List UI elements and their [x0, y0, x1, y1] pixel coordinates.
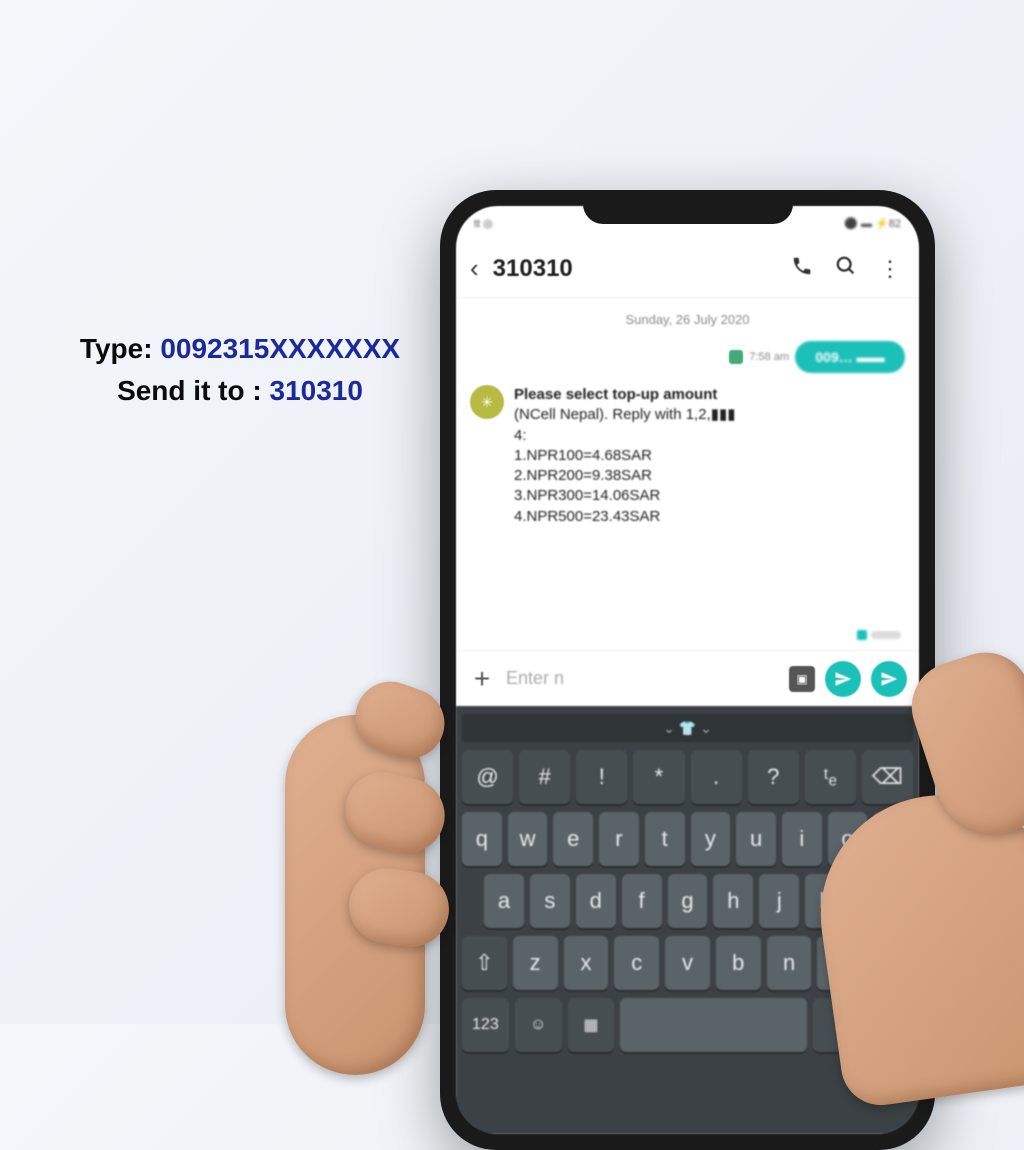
key-w[interactable]: w	[508, 812, 548, 866]
ghost-header: ← Contact Profile	[520, 130, 940, 164]
ghost-title: Contact Profile	[580, 132, 751, 163]
incoming-message-row: ✳ Please select top-up amount (NCell Nep…	[470, 385, 905, 527]
conversation-pane[interactable]: Sunday, 26 July 2020 7:58 am 009… ▬▬ ✳ P…	[456, 298, 919, 650]
instruction-line-2: Send it to : 310310	[40, 370, 440, 412]
key-emoji[interactable]: ☺	[515, 998, 562, 1052]
key-a[interactable]: a	[484, 874, 524, 928]
key-q[interactable]: q	[462, 812, 502, 866]
key-x[interactable]: x	[564, 936, 609, 990]
incoming-opt3: 3.NPR300=14.06SAR	[514, 487, 660, 504]
key-l[interactable]: l	[851, 874, 891, 928]
key-b[interactable]: b	[716, 936, 761, 990]
sender-avatar[interactable]: ✳	[470, 385, 504, 419]
sim-badge-icon	[729, 350, 743, 364]
send-label: Send it to :	[117, 375, 269, 406]
key-t[interactable]: t	[645, 812, 685, 866]
type-value: 0092315XXXXXXX	[160, 333, 400, 364]
ghost-back-arrow: ←	[520, 130, 550, 164]
key-space[interactable]	[620, 998, 807, 1052]
key-h[interactable]: h	[713, 874, 753, 928]
send-value: 310310	[270, 375, 363, 406]
key-v[interactable]: v	[665, 936, 710, 990]
incoming-bubble[interactable]: Please select top-up amount (NCell Nepal…	[514, 385, 736, 527]
more-icon[interactable]: ⋮	[875, 256, 905, 282]
key-shift[interactable]: ⇧	[462, 936, 507, 990]
key-k[interactable]: k	[805, 874, 845, 928]
incoming-line1: Please select top-up amount	[514, 386, 717, 403]
send-button-1[interactable]	[825, 661, 861, 697]
key-m[interactable]: m	[817, 936, 862, 990]
keyboard-row-symbols: @ # ! * . ? ᵗₑ ⌫	[462, 750, 913, 804]
key-y[interactable]: y	[691, 812, 731, 866]
key-d[interactable]: d	[576, 874, 616, 928]
key-r[interactable]: r	[599, 812, 639, 866]
key-i[interactable]: i	[782, 812, 822, 866]
key-period[interactable]: .	[813, 998, 860, 1052]
key-s[interactable]: s	[530, 874, 570, 928]
date-separator: Sunday, 26 July 2020	[470, 312, 905, 327]
keyboard-row-4: 123 ☺ ▦ . ↵	[462, 998, 913, 1052]
status-right: ⚫ ▬ ⚡82	[844, 217, 901, 230]
key-dot[interactable]: .	[691, 750, 742, 804]
outgoing-message-row: 7:58 am 009… ▬▬	[470, 341, 905, 373]
message-input[interactable]: Enter n	[506, 668, 779, 689]
status-left: tt ◎	[474, 217, 493, 230]
key-backspace-top[interactable]: ⌫	[862, 750, 913, 804]
read-indicator	[857, 630, 901, 640]
onscreen-keyboard: ⌄ 👕 ⌄ @ # ! * . ? ᵗₑ ⌫ q w e	[456, 706, 919, 1134]
key-excl[interactable]: !	[576, 750, 627, 804]
key-g[interactable]: g	[668, 874, 708, 928]
contact-title[interactable]: 310310	[493, 255, 773, 283]
sms-app-header: ‹ 310310 ⋮	[456, 240, 919, 298]
key-u[interactable]: u	[736, 812, 776, 866]
outgoing-bubble[interactable]: 009… ▬▬	[795, 341, 905, 373]
key-at[interactable]: @	[462, 750, 513, 804]
keyboard-row-2: a s d f g h j k l	[462, 874, 913, 928]
incoming-opt4: 4.NPR500=23.43SAR	[514, 508, 660, 525]
key-qmark[interactable]: ?	[748, 750, 799, 804]
key-e[interactable]: e	[553, 812, 593, 866]
outgoing-time: 7:58 am	[749, 351, 789, 363]
type-label: Type:	[80, 333, 160, 364]
key-star[interactable]: *	[633, 750, 684, 804]
key-123[interactable]: 123	[462, 998, 509, 1052]
message-input-bar: + Enter n ▣	[456, 650, 919, 706]
key-z[interactable]: z	[513, 936, 558, 990]
key-enter[interactable]: ↵	[866, 998, 913, 1052]
incoming-line2: (NCell Nepal). Reply with 1,2,▮▮▮	[514, 406, 736, 423]
key-lang[interactable]: ᵗₑ	[805, 750, 856, 804]
keyboard-row-3: ⇧ z x c v b n m ⌫	[462, 936, 913, 990]
key-o[interactable]: o	[828, 812, 868, 866]
key-j[interactable]: j	[759, 874, 799, 928]
keyboard-row-1: q w e r t y u i o p	[462, 812, 913, 866]
call-icon[interactable]	[787, 255, 817, 283]
instruction-block: Type: 0092315XXXXXXX Send it to : 310310	[40, 328, 440, 412]
key-n[interactable]: n	[767, 936, 812, 990]
search-icon[interactable]	[831, 255, 861, 283]
incoming-opt1: 1.NPR100=4.68SAR	[514, 447, 652, 464]
key-backspace[interactable]: ⌫	[868, 936, 913, 990]
back-icon[interactable]: ‹	[470, 253, 479, 284]
emoji-icon[interactable]: ▣	[789, 666, 815, 692]
key-grid[interactable]: ▦	[568, 998, 615, 1052]
keyboard-suggestion-bar[interactable]: ⌄ 👕 ⌄	[462, 714, 913, 742]
key-c[interactable]: c	[614, 936, 659, 990]
send-button-2[interactable]	[871, 661, 907, 697]
key-f[interactable]: f	[622, 874, 662, 928]
instruction-line-1: Type: 0092315XXXXXXX	[40, 328, 440, 370]
key-hash[interactable]: #	[519, 750, 570, 804]
key-p[interactable]: p	[873, 812, 913, 866]
incoming-line3: 4:	[514, 427, 527, 444]
phone-mockup: tt ◎ ⚫ ▬ ⚡82 ‹ 310310 ⋮ Sunday, 26 July …	[440, 190, 935, 1150]
incoming-opt2: 2.NPR200=9.38SAR	[514, 467, 652, 484]
phone-notch	[583, 190, 793, 224]
attach-icon[interactable]: +	[468, 663, 496, 695]
